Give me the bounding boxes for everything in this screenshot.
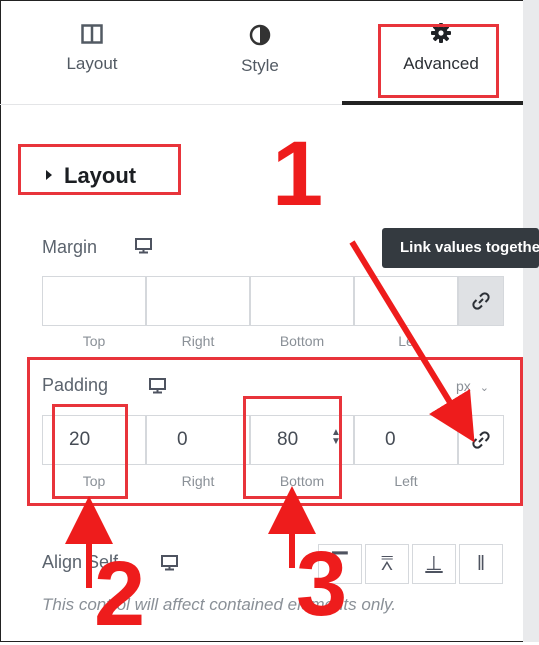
annotation-arrows [65,240,475,588]
callout-number-2: 2 [94,543,146,645]
arrow-1 [349,240,475,443]
callout-number-1: 1 [272,123,324,225]
callout-number-3: 3 [296,533,348,635]
